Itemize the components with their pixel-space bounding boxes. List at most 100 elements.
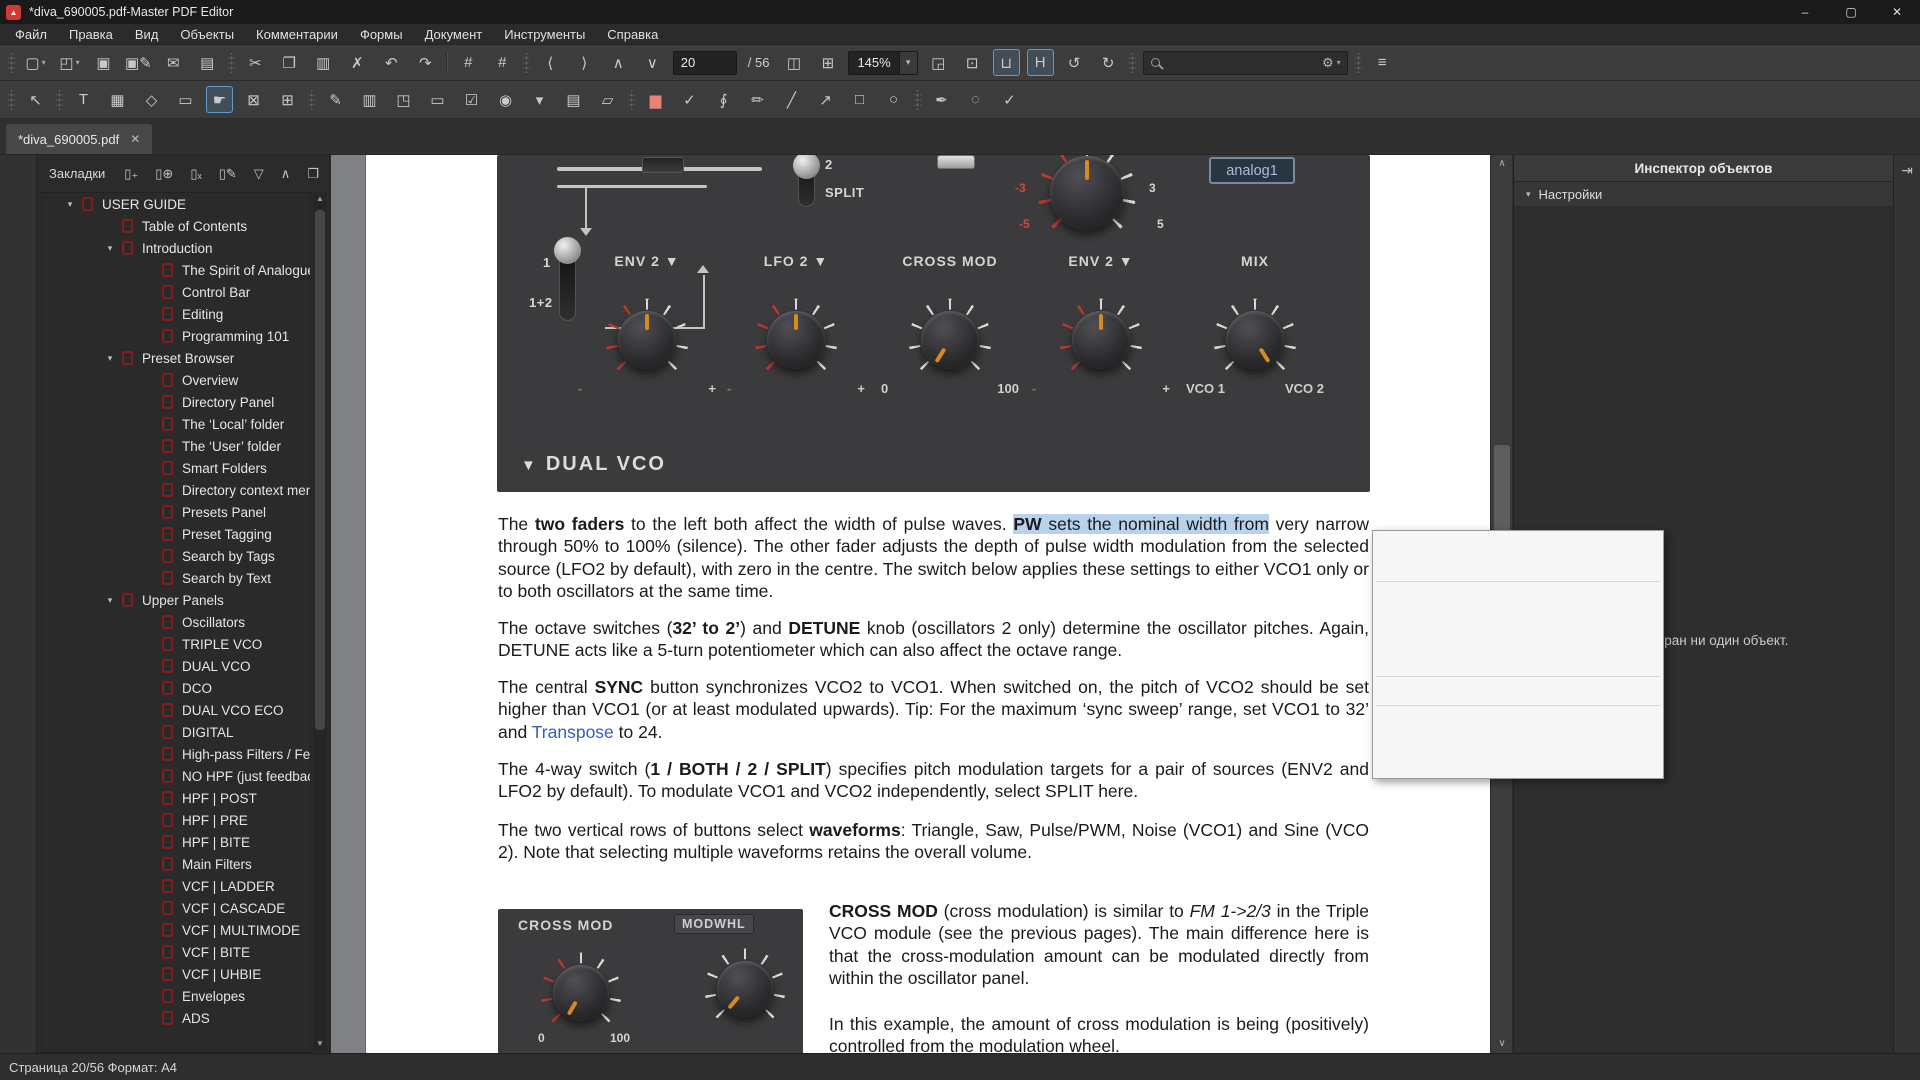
rotate-view-ccw-button[interactable]: ↺	[1061, 49, 1088, 76]
menu-item[interactable]: Комментарии	[245, 24, 349, 45]
context-menu-item[interactable]	[1376, 705, 1660, 706]
menu-item[interactable]: Файл	[4, 24, 58, 45]
expand-all-button[interactable]: ▽	[254, 166, 264, 182]
context-menu-item[interactable]	[1374, 680, 1662, 702]
collapse-panel-icon[interactable]: ⇥	[1894, 155, 1920, 185]
scroll-up-icon[interactable]: ∧	[1491, 155, 1513, 173]
bookmark-options-button[interactable]: ▯⊕	[155, 166, 173, 182]
add-bookmark-button[interactable]: ▯₊	[124, 166, 138, 182]
menu-item[interactable]: Справка	[596, 24, 669, 45]
bookmark-item[interactable]: TRIPLE VCO	[42, 633, 310, 655]
line-tool[interactable]: ╱	[778, 86, 805, 113]
text-box-tool[interactable]: ▥	[356, 86, 383, 113]
delete-button[interactable]: ✗	[344, 49, 371, 76]
bookmark-item[interactable]: DCO	[42, 677, 310, 699]
bookmark-item[interactable]: Search by Tags	[42, 545, 310, 567]
search-box[interactable]: ⚙ ▾	[1143, 51, 1348, 75]
bookmark-item[interactable]: Overview	[42, 369, 310, 391]
copy-button[interactable]: ❐	[276, 49, 303, 76]
bookmark-item[interactable]: VCF | CASCADE	[42, 897, 310, 919]
snap-grid-button[interactable]: #	[489, 49, 516, 76]
search-input[interactable]	[1167, 56, 1322, 70]
bookmark-item[interactable]: ▾ Preset Browser	[42, 347, 310, 369]
list-field-tool[interactable]: ▤	[560, 86, 587, 113]
bookmark-item[interactable]: DUAL VCO	[42, 655, 310, 677]
bookmark-item[interactable]: ▾ Upper Panels	[42, 589, 310, 611]
next-page-button[interactable]: ∨	[639, 49, 666, 76]
context-menu-item[interactable]	[1374, 753, 1662, 775]
bookmark-item[interactable]: Control Bar	[42, 281, 310, 303]
fit-height-button[interactable]: H	[1027, 49, 1054, 76]
bookmark-item[interactable]: Presets Panel	[42, 501, 310, 523]
edit-image-tool[interactable]: ▦	[104, 86, 131, 113]
rotate-view-cw-button[interactable]: ↻	[1095, 49, 1122, 76]
undo-button[interactable]: ↶	[378, 49, 405, 76]
bookmark-item[interactable]: Main Filters	[42, 853, 310, 875]
minimize-button[interactable]: –	[1782, 0, 1828, 24]
bookmark-item[interactable]: High-pass Filters / Feedback	[42, 743, 310, 765]
ink-signature-tool[interactable]: ✒	[928, 86, 955, 113]
previous-page-button[interactable]: ∧	[605, 49, 632, 76]
bookmark-item[interactable]: Table of Contents	[42, 215, 310, 237]
zoom-select[interactable]: 145% ▾	[848, 51, 917, 75]
combo-field-tool[interactable]: ▾	[526, 86, 553, 113]
bookmark-item[interactable]: HPF | POST	[42, 787, 310, 809]
inspector-settings-item[interactable]: ▾ Настройки	[1514, 182, 1893, 207]
scrollbar-thumb[interactable]	[315, 210, 325, 730]
bookmark-item[interactable]: Directory context menu	[42, 479, 310, 501]
page-number-input[interactable]	[673, 51, 737, 75]
bookmark-item[interactable]: Preset Tagging	[42, 523, 310, 545]
bookmark-item[interactable]: DIGITAL	[42, 721, 310, 743]
save-button[interactable]: ▣	[90, 49, 117, 76]
check-annotation-tool[interactable]: ✓	[676, 86, 703, 113]
bookmark-item[interactable]: VCF | LADDER	[42, 875, 310, 897]
expander-icon[interactable]: ▾	[1526, 189, 1531, 200]
bookmarks-scrollbar[interactable]: ▲ ▼	[313, 192, 327, 1051]
fit-visible-button[interactable]: ⊡	[959, 49, 986, 76]
bookmark-item[interactable]: ▾ USER GUIDE	[42, 193, 310, 215]
validate-tool[interactable]: ✓	[996, 86, 1023, 113]
bookmark-item[interactable]: The ‘Local’ folder	[42, 413, 310, 435]
bookmark-item[interactable]: VCF | MULTIMODE	[42, 919, 310, 941]
menu-item[interactable]: Вид	[124, 24, 170, 45]
document-tab[interactable]: *diva_690005.pdf ✕	[6, 124, 152, 154]
zoom-dropdown-icon[interactable]: ▾	[899, 52, 917, 74]
expander-icon[interactable]: ▾	[60, 199, 80, 210]
pdf-page[interactable]: 1 1+2 2 SPLIT -3 3 -5 5	[366, 155, 1490, 1053]
duplicate-bookmark-button[interactable]: ❐	[307, 166, 319, 182]
search-settings-icon[interactable]: ⚙	[1322, 55, 1334, 71]
select-tool[interactable]: ↖	[22, 86, 49, 113]
tab-close-icon[interactable]: ✕	[130, 132, 140, 146]
close-button[interactable]: ✕	[1874, 0, 1920, 24]
context-menu-item[interactable]	[1374, 607, 1662, 629]
scroll-down-icon[interactable]: ▼	[313, 1037, 327, 1051]
bookmark-item[interactable]: DUAL VCO ECO	[42, 699, 310, 721]
context-menu-item[interactable]	[1374, 556, 1662, 578]
hand-tool[interactable]: ☛	[206, 86, 233, 113]
scroll-down-icon[interactable]: ∨	[1491, 1035, 1513, 1053]
text-field-tool[interactable]: ▭	[424, 86, 451, 113]
grid-button[interactable]: #	[455, 49, 482, 76]
snapshot-tool[interactable]: ⊠	[240, 86, 267, 113]
prev-view-button[interactable]: ⟨	[537, 49, 564, 76]
rectangle-tool[interactable]: □	[846, 86, 873, 113]
save-as-button[interactable]: ▣✎	[124, 49, 153, 76]
edit-path-tool[interactable]: ◇	[138, 86, 165, 113]
edit-text-tool[interactable]: T	[70, 86, 97, 113]
toolbar-menu-button[interactable]: ≡	[1369, 49, 1396, 76]
collapse-all-button[interactable]: ∧	[281, 166, 291, 182]
page-layout-button[interactable]: ◫	[780, 49, 807, 76]
email-button[interactable]: ✉	[160, 49, 187, 76]
rename-bookmark-button[interactable]: ▯✎	[219, 166, 237, 182]
maximize-button[interactable]: ▢	[1828, 0, 1874, 24]
context-menu-item[interactable]	[1376, 581, 1660, 582]
bookmark-item[interactable]: VCF | BITE	[42, 941, 310, 963]
pencil-tool[interactable]: ✏	[744, 86, 771, 113]
bookmark-item[interactable]: HPF | BITE	[42, 831, 310, 853]
radio-field-tool[interactable]: ◉	[492, 86, 519, 113]
sticky-note-tool[interactable]: ✎	[322, 86, 349, 113]
context-menu-item[interactable]	[1374, 731, 1662, 753]
bookmark-item[interactable]: NO HPF (just feedback)	[42, 765, 310, 787]
bookmark-item[interactable]: Directory Panel	[42, 391, 310, 413]
magnifier-tool[interactable]: ◌	[962, 86, 989, 113]
